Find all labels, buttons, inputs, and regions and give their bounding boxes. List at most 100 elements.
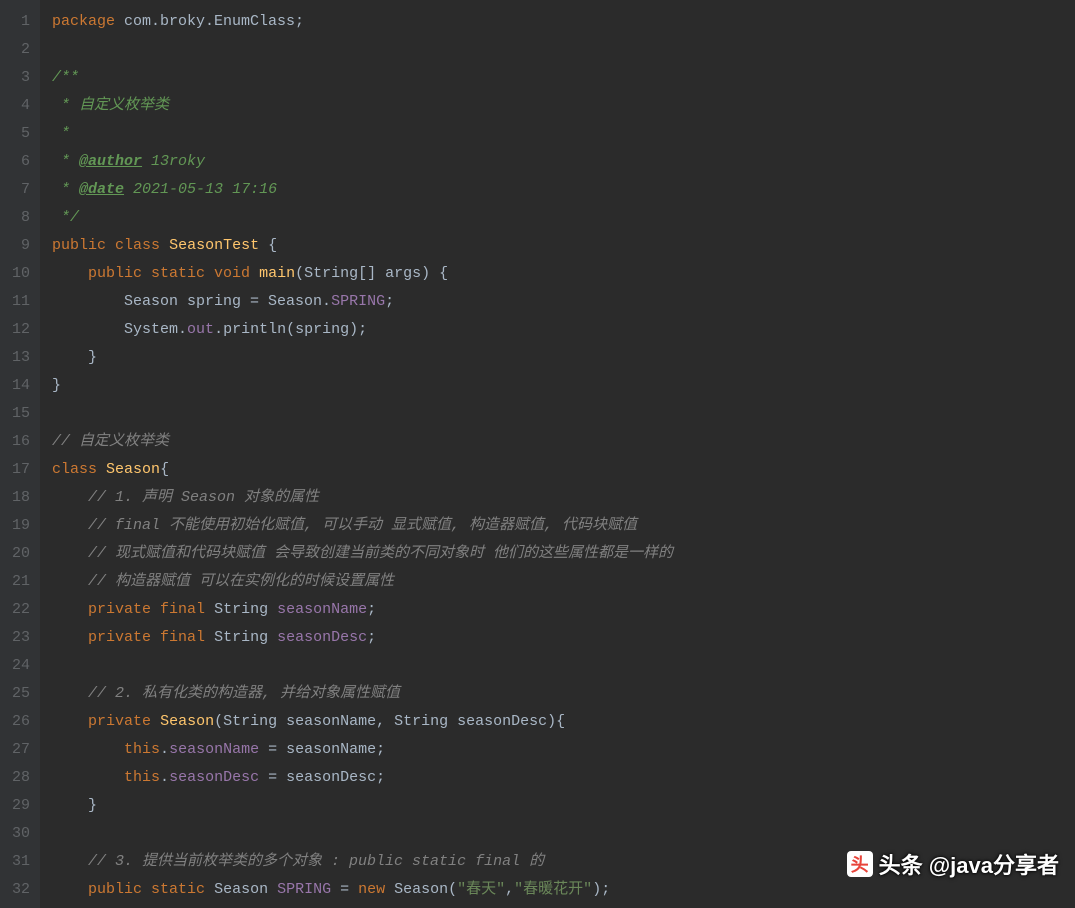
code-token: Season [160,713,214,730]
code-line[interactable]: // 现式赋值和代码块赋值 会导致创建当前类的不同对象时 他们的这些属性都是一样… [52,540,1075,568]
code-line[interactable]: this.seasonDesc = seasonDesc; [52,764,1075,792]
code-line[interactable]: // 构造器赋值 可以在实例化的时候设置属性 [52,568,1075,596]
code-line[interactable]: public static Season SPRING = new Season… [52,876,1075,904]
code-token: } [52,349,97,366]
code-token: @date [79,181,124,198]
code-token [52,573,88,590]
code-line[interactable]: public class SeasonTest { [52,232,1075,260]
line-number: 20 [12,540,30,568]
line-number: 2 [12,36,30,64]
line-number: 13 [12,344,30,372]
code-line[interactable] [52,820,1075,848]
code-line[interactable]: } [52,792,1075,820]
code-line[interactable] [52,36,1075,64]
line-number: 1 [12,8,30,36]
code-line[interactable]: private final String seasonName; [52,596,1075,624]
code-line[interactable]: public static void main(String[] args) { [52,260,1075,288]
line-number: 28 [12,764,30,792]
code-token: = seasonDesc; [259,769,385,786]
code-token [97,461,106,478]
line-number: 11 [12,288,30,316]
code-token: package [52,13,115,30]
line-number: 4 [12,92,30,120]
code-line[interactable]: } [52,372,1075,400]
code-token: System. [52,321,187,338]
code-line[interactable]: // 3. 提供当前枚举类的多个对象 : public static final… [52,848,1075,876]
code-token: com.broky.EnumClass; [115,13,304,30]
line-number: 32 [12,876,30,904]
line-number: 8 [12,204,30,232]
code-token: * [52,153,79,170]
code-token [52,629,88,646]
code-line[interactable]: */ [52,204,1075,232]
code-token [52,853,88,870]
code-token: /** [52,69,79,86]
code-line[interactable]: private Season(String seasonName, String… [52,708,1075,736]
code-token: SeasonTest [169,237,259,254]
code-token [151,713,160,730]
code-token: (String seasonName, String seasonDesc){ [214,713,565,730]
code-token: seasonDesc [169,769,259,786]
code-token: // 1. 声明 Season 对象的属性 [88,489,319,506]
code-area[interactable]: package com.broky.EnumClass; /** * 自定义枚举… [40,0,1075,908]
line-number: 7 [12,176,30,204]
code-token [52,769,124,786]
line-number: 12 [12,316,30,344]
code-line[interactable]: * 自定义枚举类 [52,92,1075,120]
code-editor[interactable]: 1234567891011121314151617181920212223242… [0,0,1075,908]
code-line[interactable]: class Season{ [52,456,1075,484]
code-token: , [505,881,514,898]
line-number: 18 [12,484,30,512]
code-line[interactable]: System.out.println(spring); [52,316,1075,344]
line-number: 9 [12,232,30,260]
code-token: "春天" [457,881,505,898]
line-number: 6 [12,148,30,176]
line-number: 26 [12,708,30,736]
code-line[interactable]: // 1. 声明 Season 对象的属性 [52,484,1075,512]
code-line[interactable]: // final 不能使用初始化赋值, 可以手动 显式赋值, 构造器赋值, 代码… [52,512,1075,540]
line-number: 22 [12,596,30,624]
code-line[interactable]: // 2. 私有化类的构造器, 并给对象属性赋值 [52,680,1075,708]
line-number: 27 [12,736,30,764]
code-token: // 构造器赋值 可以在实例化的时候设置属性 [88,573,394,590]
line-number: 17 [12,456,30,484]
line-number: 24 [12,652,30,680]
code-line[interactable] [52,400,1075,428]
code-token [52,741,124,758]
line-number: 30 [12,820,30,848]
code-token: "春暖花开" [514,881,592,898]
code-line[interactable]: package com.broky.EnumClass; [52,8,1075,36]
code-token: @author [79,153,142,170]
code-token: SPRING [331,293,385,310]
code-token [52,713,88,730]
line-number: 16 [12,428,30,456]
code-token: = [331,881,358,898]
line-number: 10 [12,260,30,288]
code-token [52,265,88,282]
line-number: 25 [12,680,30,708]
code-token: // final 不能使用初始化赋值, 可以手动 显式赋值, 构造器赋值, 代码… [88,517,637,534]
code-token [52,517,88,534]
code-line[interactable]: /** [52,64,1075,92]
code-token: } [52,797,97,814]
line-number: 14 [12,372,30,400]
code-line[interactable]: this.seasonName = seasonName; [52,736,1075,764]
code-line[interactable]: Season spring = Season.SPRING; [52,288,1075,316]
code-token: .println(spring); [214,321,367,338]
code-line[interactable] [52,652,1075,680]
code-line[interactable]: * [52,120,1075,148]
code-token: String [205,601,277,618]
code-token: public class [52,237,160,254]
code-token: SPRING [277,881,331,898]
code-token: ; [385,293,394,310]
code-token [52,601,88,618]
code-line[interactable]: // 自定义枚举类 [52,428,1075,456]
code-line[interactable]: * @date 2021-05-13 17:16 [52,176,1075,204]
line-number-gutter: 1234567891011121314151617181920212223242… [0,0,40,908]
code-token: private final [88,601,205,618]
code-token: // 3. 提供当前枚举类的多个对象 : public static final… [88,853,544,870]
code-line[interactable]: private final String seasonDesc; [52,624,1075,652]
code-line[interactable]: } [52,344,1075,372]
code-token: (String[] args) { [295,265,448,282]
code-line[interactable]: * @author 13roky [52,148,1075,176]
